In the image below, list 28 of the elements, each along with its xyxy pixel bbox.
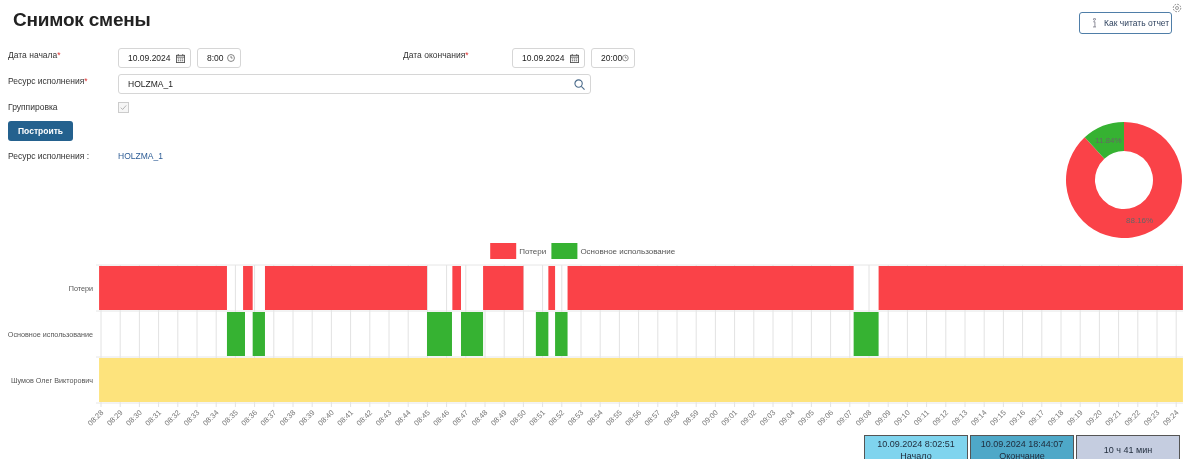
clock-icon	[622, 54, 629, 62]
page-title: Снимок смены	[13, 9, 152, 32]
calendar-icon	[176, 53, 185, 63]
settings-icon[interactable]	[1172, 3, 1182, 13]
build-button[interactable]: Построить	[8, 121, 74, 141]
legend-label: Основное использование	[580, 247, 676, 256]
summary-cell: 10 ч 41 мин	[1076, 435, 1180, 459]
time-field[interactable]: 8:00	[197, 48, 241, 68]
result-label: Ресурс исполнения :	[8, 150, 91, 161]
info-icon	[1092, 18, 1097, 28]
legend-label: Потери	[519, 247, 547, 256]
summary-cell: 10.09.2024 8:02:51 Начало	[864, 435, 968, 459]
summary-cell: 10.09.2024 18:44:07 Окончание	[970, 435, 1074, 459]
clock-icon	[227, 54, 235, 62]
slice-label: 11.84%	[1095, 135, 1122, 145]
field-label: Группировка	[8, 101, 59, 112]
slice-label: 88.16%	[1126, 216, 1154, 226]
field-label: Дата начала*	[8, 49, 62, 60]
resource-field[interactable]: HOLZMA_1	[118, 74, 591, 94]
date-field[interactable]: 10.09.2024	[118, 48, 191, 68]
search-icon	[574, 78, 585, 90]
field-label: Ресурс исполнения*	[8, 75, 89, 86]
date-field[interactable]: 10.09.2024	[512, 48, 585, 68]
help-button[interactable]: Как читать отчет	[1079, 12, 1172, 34]
calendar-icon	[570, 53, 579, 63]
time-field[interactable]: 20:00	[591, 48, 635, 68]
field-label: Дата окончания*	[403, 49, 470, 60]
resource-link[interactable]: HOLZMA_1	[118, 149, 163, 161]
